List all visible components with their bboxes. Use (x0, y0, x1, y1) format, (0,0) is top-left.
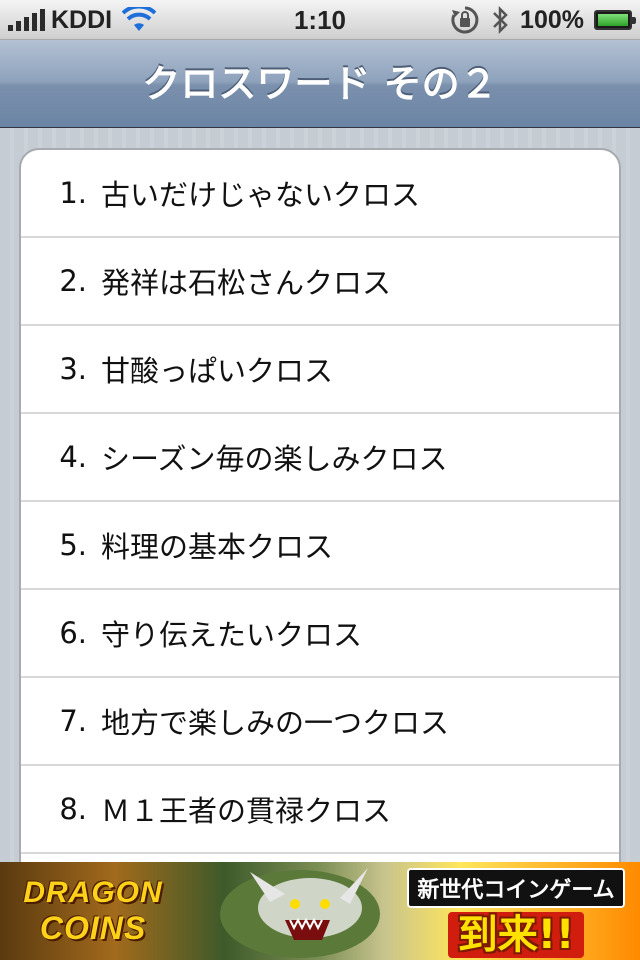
list-item-number: 7. (59, 704, 87, 738)
list-item[interactable]: 7. 地方で楽しみの一つクロス (21, 678, 619, 766)
navigation-bar: クロスワード その２ (0, 40, 640, 128)
list-item[interactable]: 5. 料理の基本クロス (21, 502, 619, 590)
list-item-number: 6. (59, 616, 87, 650)
battery-icon (594, 10, 636, 30)
ad-logo: DRAGON COINS (8, 870, 178, 952)
orientation-lock-icon (451, 6, 479, 34)
ad-tagline: 新世代コインゲーム (407, 868, 625, 908)
list-item-label: 古いだけじゃないクロス (101, 178, 421, 212)
list-item-partial[interactable] (21, 854, 619, 862)
ad-logo-line2: COINS (39, 910, 147, 946)
status-bar: KDDI 1:10 100% (0, 0, 640, 40)
list-item[interactable]: 3. 甘酸っぱいクロス (21, 326, 619, 414)
list-item-number: 5. (59, 528, 87, 562)
ad-headline: 到来!! (447, 912, 585, 958)
list-item-label: 料理の基本クロス (101, 530, 334, 564)
list-item-label: 発祥は石松さんクロス (101, 266, 392, 300)
ad-logo-line1: DRAGON (23, 876, 163, 909)
list-item[interactable]: 2. 発祥は石松さんクロス (21, 238, 619, 326)
list-item[interactable]: 1. 古いだけじゃないクロス (21, 150, 619, 238)
list-item[interactable]: 8. Ｍ１王者の貫禄クロス (21, 766, 619, 854)
list-item-label: 地方で楽しみの一つクロス (101, 706, 450, 740)
dragon-illustration-icon (220, 868, 380, 958)
ad-banner[interactable]: DRAGON COINS 新世代コインゲーム 到来!! (0, 862, 640, 960)
list-item-label: 甘酸っぱいクロス (101, 354, 334, 388)
puzzle-list: 1. 古いだけじゃないクロス 2. 発祥は石松さんクロス 3. 甘酸っぱいクロス… (19, 148, 621, 862)
list-item[interactable]: 6. 守り伝えたいクロス (21, 590, 619, 678)
content-area[interactable]: 1. 古いだけじゃないクロス 2. 発祥は石松さんクロス 3. 甘酸っぱいクロス… (0, 128, 640, 862)
list-item-number: 1. (59, 176, 87, 210)
status-right: 100% (450, 0, 636, 40)
list-item-label: シーズン毎の楽しみクロス (101, 442, 448, 476)
list-item-number: 8. (59, 792, 87, 826)
ad-text: 新世代コインゲーム 到来!! (400, 868, 632, 958)
list-item-number: 4. (59, 440, 87, 474)
bluetooth-icon (493, 5, 508, 35)
list-item-label: 守り伝えたいクロス (101, 618, 363, 652)
list-item-number: 2. (59, 264, 87, 298)
list-item-label: Ｍ１王者の貫禄クロス (101, 794, 392, 828)
list-item[interactable]: 4. シーズン毎の楽しみクロス (21, 414, 619, 502)
list-item-number: 3. (59, 352, 87, 386)
battery-percent: 100% (520, 5, 584, 34)
page-title: クロスワード その２ (142, 62, 498, 106)
